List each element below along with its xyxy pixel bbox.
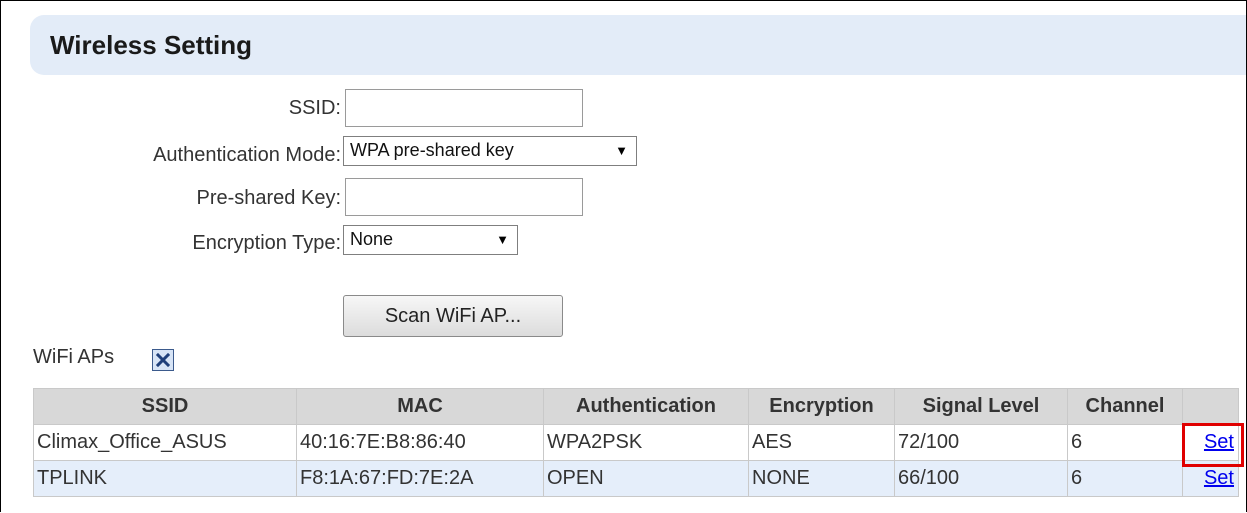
- dropdown-arrow-icon: ▼: [496, 232, 509, 247]
- cell-mac: 40:16:7E:B8:86:40: [296, 424, 544, 461]
- cell-signal-level: 72/100: [894, 424, 1068, 461]
- scan-wifi-button[interactable]: Scan WiFi AP...: [343, 295, 563, 337]
- dropdown-arrow-icon: ▼: [615, 143, 628, 158]
- cell-channel: 6: [1067, 424, 1183, 461]
- cell-signal-level: 66/100: [894, 460, 1068, 497]
- encryption-select[interactable]: None ▼: [343, 225, 518, 255]
- table-row: TPLINK F8:1A:67:FD:7E:2A OPEN NONE 66/10…: [33, 460, 1239, 497]
- auth-mode-selected: WPA pre-shared key: [350, 140, 514, 160]
- ssid-input[interactable]: [345, 89, 583, 127]
- cell-ssid: Climax_Office_ASUS: [33, 424, 297, 461]
- column-header-encryption: Encryption: [748, 388, 895, 425]
- cell-authentication: OPEN: [543, 460, 749, 497]
- column-header-signal-level: Signal Level: [894, 388, 1068, 425]
- wifi-ap-table: SSID MAC Authentication Encryption Signa…: [33, 388, 1239, 497]
- auth-mode-select[interactable]: WPA pre-shared key ▼: [343, 136, 637, 166]
- set-link[interactable]: Set: [1204, 467, 1234, 489]
- table-header-row: SSID MAC Authentication Encryption Signa…: [33, 388, 1239, 425]
- wifi-aps-label: WiFi APs: [33, 346, 115, 368]
- psk-label: Pre-shared Key:: [196, 187, 341, 209]
- cell-mac: F8:1A:67:FD:7E:2A: [296, 460, 544, 497]
- cell-authentication: WPA2PSK: [543, 424, 749, 461]
- auth-mode-label: Authentication Mode:: [153, 144, 341, 166]
- close-x-icon[interactable]: [152, 349, 174, 371]
- table-row: Climax_Office_ASUS 40:16:7E:B8:86:40 WPA…: [33, 424, 1239, 461]
- ssid-label: SSID:: [288, 97, 341, 119]
- psk-input[interactable]: [345, 178, 583, 216]
- page-title: Wireless Setting: [50, 30, 253, 60]
- column-header-mac: MAC: [296, 388, 544, 425]
- column-header-channel: Channel: [1067, 388, 1183, 425]
- cell-ssid: TPLINK: [33, 460, 297, 497]
- column-header-ssid: SSID: [33, 388, 297, 425]
- column-header-action: [1182, 388, 1239, 425]
- cell-channel: 6: [1067, 460, 1183, 497]
- cell-encryption: AES: [748, 424, 895, 461]
- column-header-authentication: Authentication: [543, 388, 749, 425]
- encryption-label: Encryption Type:: [192, 232, 341, 254]
- encryption-selected: None: [350, 229, 394, 249]
- section-header: Wireless Setting: [30, 15, 1246, 75]
- cell-encryption: NONE: [748, 460, 895, 497]
- highlight-annotation: [1182, 423, 1244, 467]
